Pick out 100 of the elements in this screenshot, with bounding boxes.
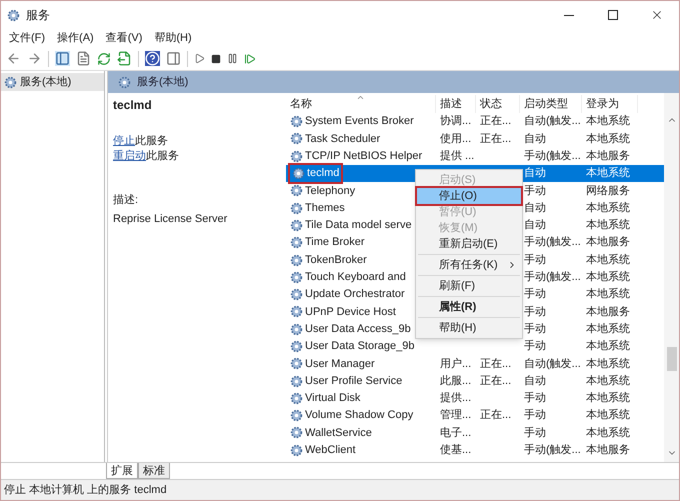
tab[interactable]: 标准 xyxy=(138,463,170,479)
description-text: Reprise License Server xyxy=(113,212,228,226)
table-cell-text: 提供... xyxy=(440,391,472,406)
action-text: 此服务 xyxy=(146,149,179,164)
gear-icon xyxy=(290,288,303,302)
service-name-cell[interactable]: User Profile Service xyxy=(288,372,404,390)
gear-icon xyxy=(290,202,303,215)
table-cell-text: 手动(触发... xyxy=(524,270,581,286)
table-cell-text: 本地系统 xyxy=(586,114,630,130)
menu-entry[interactable]: 属性(R) xyxy=(417,299,521,315)
service-name-cell[interactable]: User Data Storage_9b xyxy=(288,338,416,355)
back-icon[interactable] xyxy=(6,51,21,66)
table-cell-text: 本地系统 xyxy=(586,356,630,372)
table-cell-text: 本地系统 xyxy=(586,200,630,216)
gear-icon xyxy=(290,392,303,405)
menu-entry[interactable]: 帮助(H) xyxy=(417,320,521,336)
service-name: teclmd xyxy=(113,97,153,114)
description-label: 描述: xyxy=(113,193,140,208)
gear-icon xyxy=(290,115,303,128)
service-name-cell[interactable]: Themes xyxy=(288,200,347,216)
restart-icon[interactable] xyxy=(244,52,256,64)
table-cell-text: 协调... xyxy=(440,114,472,130)
table-cell-text: 提供 ... xyxy=(440,148,474,164)
table-cell-text: 自动(触发... xyxy=(524,356,581,372)
service-name-cell[interactable]: System Events Broker xyxy=(288,113,416,130)
pause-icon[interactable] xyxy=(227,53,238,64)
service-name-cell[interactable]: Volume Shadow Copy xyxy=(288,407,416,424)
column-header[interactable]: 描述 xyxy=(436,95,476,113)
forward-icon[interactable] xyxy=(27,51,42,66)
service-name-cell[interactable]: TokenBroker xyxy=(288,252,369,268)
scrollbar[interactable] xyxy=(664,93,679,462)
menu-item[interactable]: 帮助(H) xyxy=(154,30,192,46)
window-title: 服务 xyxy=(26,7,50,24)
service-name-cell[interactable]: WebClient xyxy=(288,442,358,459)
stop-icon[interactable] xyxy=(211,54,221,64)
table-cell-text: 本地系统 xyxy=(586,270,630,286)
table-cell-text: 手动 xyxy=(524,304,546,320)
table-cell-text: 自动 xyxy=(524,166,546,182)
tab[interactable]: 扩展 xyxy=(106,463,138,479)
gear-icon xyxy=(290,184,303,198)
table-cell-text: 使基... xyxy=(440,443,472,458)
column-header[interactable]: 登录为 xyxy=(582,95,638,113)
help-icon[interactable] xyxy=(145,51,160,66)
table-cell-text: 本地服务 xyxy=(586,443,630,458)
menu-entry[interactable]: 停止(O) xyxy=(417,188,521,204)
service-name-cell[interactable]: WalletService xyxy=(288,424,374,442)
export-icon[interactable] xyxy=(117,51,132,66)
service-name-cell[interactable]: TCP/IP NetBIOS Helper xyxy=(288,148,424,164)
menu-item[interactable]: 查看(V) xyxy=(106,30,142,46)
service-name-cell[interactable]: Touch Keyboard and xyxy=(288,269,408,286)
menu-entry[interactable]: 刷新(F) xyxy=(417,278,521,294)
table-cell-text: 自动 xyxy=(524,374,546,389)
service-name-cell[interactable]: Tile Data model serve xyxy=(288,217,414,234)
table-cell-text: 正在... xyxy=(480,114,512,130)
gear-icon xyxy=(4,76,17,88)
panel-icon[interactable] xyxy=(55,51,70,66)
action-link[interactable]: 重启动 xyxy=(113,149,146,164)
refresh-icon[interactable] xyxy=(97,52,111,66)
menu-entry[interactable]: 所有任务(K) xyxy=(417,257,521,273)
service-name-cell[interactable]: Time Broker xyxy=(288,234,366,251)
column-header[interactable]: 启动类型 xyxy=(520,95,582,113)
service-name-cell[interactable]: User Data Access_9b xyxy=(288,320,413,338)
table-cell-text: 本地系统 xyxy=(586,286,630,302)
gear-icon xyxy=(290,218,303,232)
menu-entry[interactable]: 重新启动(E) xyxy=(417,236,521,252)
table-cell-text: 本地服务 xyxy=(586,148,630,164)
service-name-cell[interactable]: User Manager xyxy=(288,356,377,372)
service-name-cell[interactable]: Task Scheduler xyxy=(288,130,382,148)
table-cell-text: 本地系统 xyxy=(586,166,630,182)
panel-icon[interactable] xyxy=(166,51,181,66)
scroll-thumb[interactable] xyxy=(666,347,676,371)
table-cell-text: 本地系统 xyxy=(586,252,630,268)
table-cell-text: 本地系统 xyxy=(586,338,630,354)
table-cell-text: 本地系统 xyxy=(586,408,630,424)
table-cell-text: 自动 xyxy=(524,200,546,216)
table-cell-text: 手动(触发... xyxy=(524,148,581,164)
play-icon[interactable] xyxy=(194,53,205,64)
table-cell-text: 管理... xyxy=(440,408,472,424)
column-header[interactable]: 名称 xyxy=(286,95,436,113)
action-link[interactable]: 停止 xyxy=(113,134,135,149)
service-name-cell[interactable]: teclmd xyxy=(288,163,344,184)
gear-icon xyxy=(290,426,303,440)
pane-title: 服务(本地) xyxy=(137,74,188,90)
gear-icon xyxy=(290,357,303,370)
table-cell-text: 正在... xyxy=(480,408,512,424)
gear-icon xyxy=(290,444,303,457)
tree-item[interactable]: 服务(本地) xyxy=(1,73,104,91)
gear-icon xyxy=(290,374,303,388)
service-name-cell[interactable]: Telephony xyxy=(288,182,358,200)
service-name-cell[interactable]: UPnP Device Host xyxy=(288,304,398,320)
gear-icon xyxy=(290,305,303,318)
service-name-cell[interactable]: Virtual Disk xyxy=(288,390,362,407)
table-cell-text: 手动 xyxy=(524,322,546,337)
gear-icon xyxy=(118,76,131,88)
service-name-cell[interactable]: Update Orchestrator xyxy=(288,286,407,303)
document-icon[interactable] xyxy=(76,51,91,66)
column-header[interactable]: 状态 xyxy=(476,95,520,113)
menu-item[interactable]: 文件(F) xyxy=(9,30,46,46)
table-cell-text: 手动 xyxy=(524,252,546,268)
menu-item[interactable]: 操作(A) xyxy=(57,30,94,46)
